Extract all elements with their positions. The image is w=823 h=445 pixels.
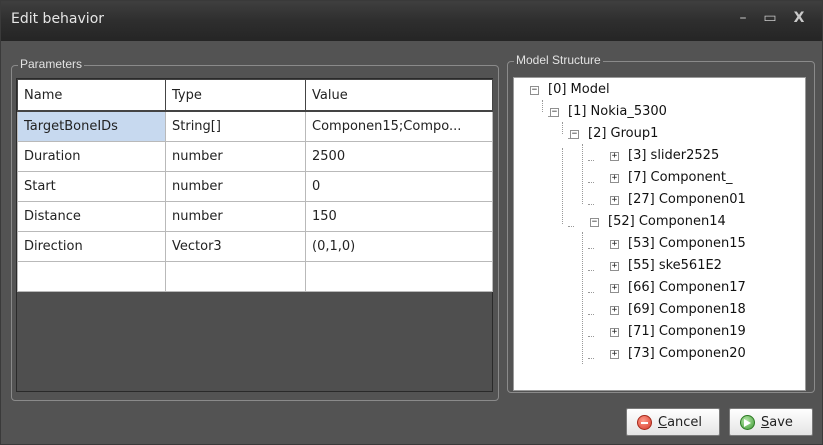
expand-icon[interactable]: + xyxy=(610,350,619,359)
param-type-cell[interactable]: Vector3 xyxy=(165,231,306,262)
table-row[interactable]: Start number 0 xyxy=(17,171,493,202)
column-header-type[interactable]: Type xyxy=(165,79,306,112)
parameters-grid: Name Type Value TargetBoneIDs String[] C… xyxy=(16,78,493,392)
model-structure-legend: Model Structure xyxy=(514,53,603,67)
tree-node[interactable]: [53] Componen15 xyxy=(628,236,746,252)
collapse-icon[interactable]: − xyxy=(550,108,559,117)
expand-icon[interactable]: + xyxy=(610,328,619,337)
cancel-button-label: Cancel xyxy=(658,414,703,430)
tree-node[interactable]: [0] Model xyxy=(548,82,610,98)
tree-node[interactable]: [71] Componen19 xyxy=(628,324,746,340)
parameters-legend: Parameters xyxy=(18,57,85,71)
table-row[interactable]: Duration number 2500 xyxy=(17,141,493,172)
table-row[interactable]: TargetBoneIDs String[] Componen15;Compo.… xyxy=(17,110,493,142)
new-row[interactable] xyxy=(17,261,493,292)
param-type-cell[interactable]: number xyxy=(165,141,306,172)
maximize-icon[interactable]: ▭ xyxy=(761,10,779,26)
expand-icon[interactable]: + xyxy=(610,240,619,249)
collapse-icon[interactable]: − xyxy=(530,86,539,95)
column-header-name[interactable]: Name xyxy=(17,79,166,112)
table-row[interactable]: Direction Vector3 (0,1,0) xyxy=(17,231,493,262)
param-name-cell[interactable]: Direction xyxy=(17,231,166,262)
param-type-cell[interactable] xyxy=(165,261,306,292)
param-value-cell[interactable]: (0,1,0) xyxy=(305,231,493,262)
title-bar: Edit behavior – ▭ X xyxy=(1,1,822,41)
table-row[interactable]: Distance number 150 xyxy=(17,201,493,232)
tree-node[interactable]: [69] Componen18 xyxy=(628,302,746,318)
param-value-cell[interactable] xyxy=(305,261,493,292)
minimize-icon[interactable]: – xyxy=(734,10,752,26)
tree-node[interactable]: [52] Componen14 xyxy=(608,214,726,230)
param-name-cell[interactable]: Start xyxy=(17,171,166,202)
close-icon[interactable]: X xyxy=(790,10,808,26)
save-icon xyxy=(740,414,755,430)
expand-icon[interactable]: + xyxy=(610,306,619,315)
tree-node[interactable]: [3] slider2525 xyxy=(628,148,719,164)
expand-icon[interactable]: + xyxy=(610,284,619,293)
save-button[interactable]: Save xyxy=(729,408,813,436)
tree-node[interactable]: [55] ske561E2 xyxy=(628,258,722,274)
tree-node[interactable]: [2] Group1 xyxy=(588,126,658,142)
expand-icon[interactable]: + xyxy=(610,196,619,205)
tree-node[interactable]: [73] Componen20 xyxy=(628,346,746,362)
tree-node[interactable]: [27] Componen01 xyxy=(628,192,746,208)
collapse-icon[interactable]: − xyxy=(570,130,579,139)
collapse-icon[interactable]: − xyxy=(590,218,599,227)
param-name-cell[interactable]: Duration xyxy=(17,141,166,172)
cancel-icon xyxy=(637,414,652,430)
param-value-cell[interactable]: 2500 xyxy=(305,141,493,172)
save-button-label: Save xyxy=(761,414,793,430)
param-type-cell[interactable]: number xyxy=(165,201,306,232)
edit-behavior-dialog: Edit behavior – ▭ X Parameters Name Type… xyxy=(0,0,823,445)
column-header-value[interactable]: Value xyxy=(305,79,493,112)
tree-node[interactable]: [1] Nokia_5300 xyxy=(568,104,667,120)
param-type-cell[interactable]: number xyxy=(165,171,306,202)
param-name-cell[interactable]: TargetBoneIDs xyxy=(17,110,166,142)
expand-icon[interactable]: + xyxy=(610,174,619,183)
model-structure-tree[interactable]: − − − + + + − + + + + + + [0] Model [1] … xyxy=(513,77,806,391)
cancel-button[interactable]: Cancel xyxy=(626,408,720,436)
tree-node[interactable]: [7] Component_ xyxy=(628,170,733,186)
param-value-cell[interactable]: 0 xyxy=(305,171,493,202)
window-title: Edit behavior xyxy=(11,11,105,27)
param-name-cell[interactable] xyxy=(17,261,166,292)
param-name-cell[interactable]: Distance xyxy=(17,201,166,232)
tree-node[interactable]: [66] Componen17 xyxy=(628,280,746,296)
param-value-cell[interactable]: Componen15;Compo... xyxy=(305,110,493,142)
param-value-cell[interactable]: 150 xyxy=(305,201,493,232)
param-type-cell[interactable]: String[] xyxy=(165,110,306,142)
expand-icon[interactable]: + xyxy=(610,262,619,271)
expand-icon[interactable]: + xyxy=(610,152,619,161)
